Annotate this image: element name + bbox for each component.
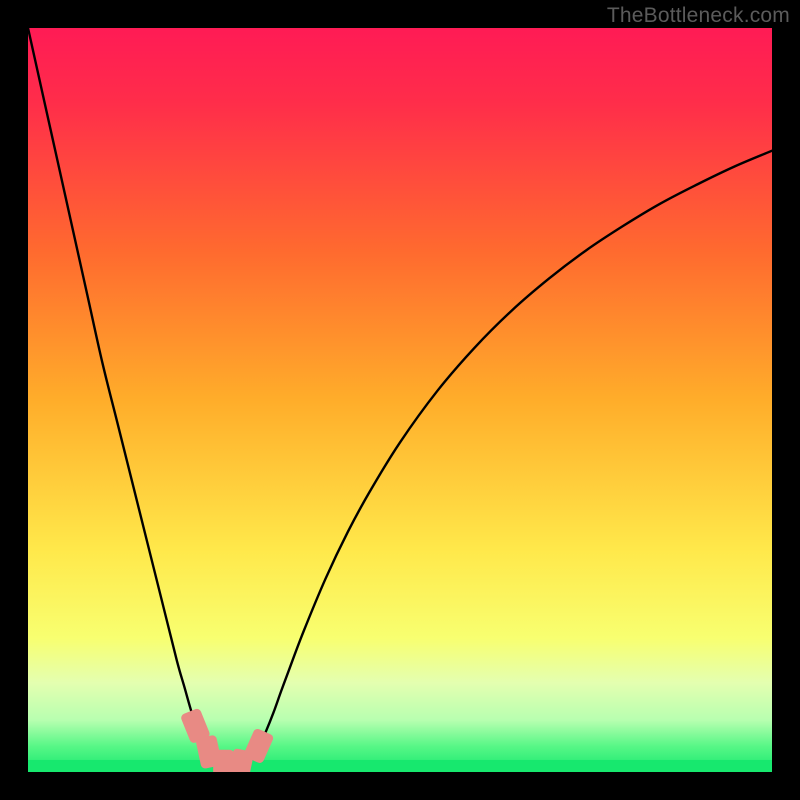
bottom-green-band — [28, 760, 772, 772]
gradient-background — [28, 28, 772, 772]
chart-frame: TheBottleneck.com — [0, 0, 800, 800]
plot-area — [28, 28, 772, 772]
bottleneck-chart — [28, 28, 772, 772]
watermark-text: TheBottleneck.com — [607, 4, 790, 28]
